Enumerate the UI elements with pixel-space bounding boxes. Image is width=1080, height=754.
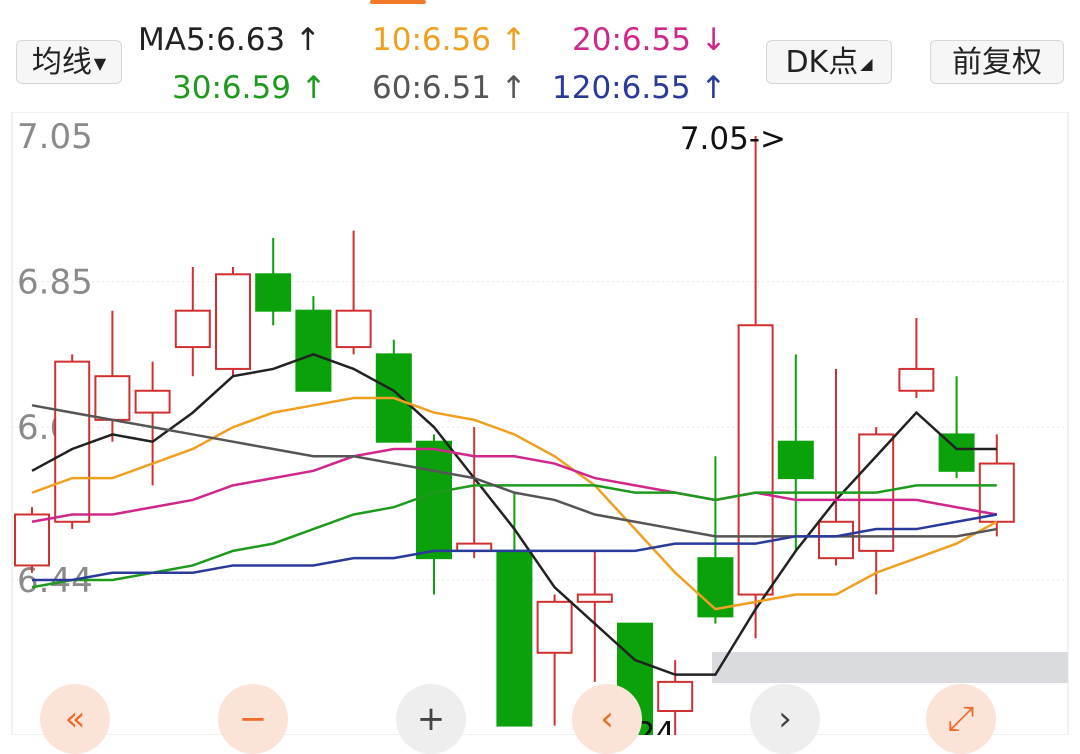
candle-down (496, 549, 533, 727)
ma5-label: MA5:6.63 (138, 22, 286, 58)
ma60-label: 60:6.51 (372, 70, 491, 106)
ma30-trend-icon: ↑ (300, 70, 327, 106)
prev-icon: ‹ (600, 699, 614, 739)
dk-point-label: DK点 (785, 45, 859, 80)
fullscreen-button[interactable]: ⤢ (926, 684, 996, 754)
dropdown-corner-icon: ◢ (860, 53, 873, 73)
fullscreen-icon: ⤢ (947, 699, 975, 739)
adjust-mode-label: 前复权 (952, 45, 1042, 80)
ma20-label: 20:6.55 (572, 22, 691, 58)
candle-up (14, 513, 50, 567)
candle-up (898, 367, 935, 392)
price-band (712, 652, 1068, 683)
zoom-in-button[interactable]: + (396, 684, 466, 754)
ma20-indicator: 20:6.55 ↓ (572, 22, 727, 58)
double-left-button[interactable]: « (40, 684, 110, 754)
y-tick-label: 7.05 (17, 117, 93, 157)
ma120-trend-icon: ↑ (700, 70, 727, 106)
zoom-in-icon: + (416, 699, 446, 739)
y-tick-label: 6.85 (17, 263, 93, 303)
ma20-trend-icon: ↓ (700, 22, 727, 58)
candle-up (737, 324, 774, 596)
candle-up (335, 309, 372, 349)
candle-up (94, 375, 131, 421)
prev-button[interactable]: ‹ (572, 684, 642, 754)
zoom-out-icon: − (238, 699, 268, 739)
zoom-out-button[interactable]: − (218, 684, 288, 754)
ma120-indicator: 120:6.55 ↑ (552, 70, 726, 106)
candle-down (255, 273, 292, 312)
double-left-icon: « (64, 699, 86, 739)
ma10-trend-icon: ↑ (500, 22, 527, 58)
ma60-trend-icon: ↑ (500, 70, 527, 106)
candle-up (536, 600, 573, 654)
candle-up (134, 389, 171, 414)
candle-down (777, 440, 814, 480)
next-icon: › (778, 699, 792, 739)
candle-up (174, 309, 211, 349)
ma60-indicator: 60:6.51 ↑ (372, 70, 527, 106)
adjust-mode-button[interactable]: 前复权 (930, 40, 1064, 84)
next-button[interactable]: › (750, 684, 820, 754)
ma30-indicator: 30:6.59 ↑ (172, 70, 327, 106)
ma5-trend-icon: ↑ (295, 22, 321, 58)
ma30-label: 30:6.59 (172, 70, 291, 106)
ma120-label: 120:6.55 (552, 70, 691, 106)
avg-line-dropdown[interactable]: 均线 ▼ (16, 40, 122, 84)
candle-up (818, 520, 854, 560)
candle-up (215, 273, 251, 370)
chart-toolbar: 均线 ▼ MA5:6.63 ↑ 10:6.56 ↑ 20:6.55 ↓ 30:6.… (0, 0, 1080, 112)
kline-chart-area[interactable]: 7.056.856.656.447.05->6.24 (0, 112, 1080, 735)
candle-up (576, 593, 613, 603)
candle-down (416, 440, 452, 560)
ma10-label: 10:6.56 (372, 22, 491, 58)
ma10-indicator: 10:6.56 ↑ (372, 22, 527, 58)
max-price-annotation: 7.05-> (680, 121, 786, 157)
candle-down (295, 309, 332, 392)
candle-up (54, 360, 91, 523)
tab-indicator (370, 0, 426, 4)
ma5-indicator: MA5:6.63 ↑ (138, 22, 321, 58)
candlestick-chart[interactable]: 7.056.856.656.447.05->6.24 (0, 112, 1080, 735)
dk-point-dropdown[interactable]: DK点 ◢ (766, 40, 892, 84)
dropdown-caret-icon: ▼ (93, 53, 107, 73)
candle-up (657, 680, 694, 713)
avg-line-label: 均线 (31, 45, 92, 80)
